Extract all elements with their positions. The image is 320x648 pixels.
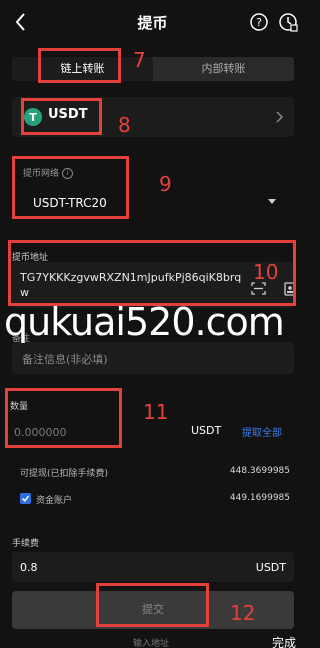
records-icon[interactable] xyxy=(278,12,298,32)
available-row: 可提现(已扣除手续费) 448.3699985 xyxy=(20,466,290,482)
checkbox-checked-icon[interactable] xyxy=(20,493,31,504)
chevron-right-icon xyxy=(276,111,284,123)
network-label-text: 提币网络 xyxy=(23,169,60,179)
address-value[interactable]: TG7YKKKzgvwRXZN1mJpufkPj86qiK8brqw xyxy=(20,270,242,300)
network-select[interactable]: USDT-TRC20 xyxy=(12,186,286,222)
fee-value: 0.8 xyxy=(20,561,38,574)
help-icon[interactable]: ? xyxy=(250,13,268,31)
fee-field: 0.8 USDT xyxy=(12,552,294,582)
fee-label: 手续费 xyxy=(12,539,40,549)
fund-account-label: 资金账户 xyxy=(36,496,73,506)
network-value: USDT-TRC20 xyxy=(33,196,107,210)
tab-internal-transfer[interactable]: 内部转账 xyxy=(153,57,294,81)
svg-text:?: ? xyxy=(256,16,262,29)
caret-down-icon xyxy=(268,199,276,204)
annotation-number-12: 12 xyxy=(230,601,256,625)
address-book-icon[interactable] xyxy=(284,282,296,296)
quantity-label: 数量 xyxy=(10,402,29,412)
annotation-number-8: 8 xyxy=(118,113,131,137)
annotation-number-7: 7 xyxy=(133,48,146,72)
withdraw-page: 提币 ? 链上转账 内部转账 T USDT 提币网络i USDT-TRC20 xyxy=(0,0,305,648)
network-label: 提币网络 i xyxy=(23,166,74,179)
coin-symbol: USDT xyxy=(48,107,88,122)
annotation-number-10: 10 xyxy=(253,260,279,284)
withdraw-all-button[interactable]: 提取全部 xyxy=(242,424,282,439)
transfer-tabs: 链上转账 内部转账 xyxy=(12,57,294,81)
usdt-coin-icon: T xyxy=(24,108,42,126)
quantity-unit: USDT xyxy=(191,424,222,437)
keyboard-hint: 输入地址 xyxy=(133,639,170,648)
watermark-text: qukuai520.com xyxy=(4,300,285,344)
coin-selector[interactable]: T USDT xyxy=(12,97,294,137)
fund-account-row: 资金账户 449.1699985 xyxy=(20,492,290,508)
annotation-number-11: 11 xyxy=(143,400,169,424)
fee-unit: USDT xyxy=(255,561,286,574)
memo-field xyxy=(12,342,294,376)
tab-onchain-transfer[interactable]: 链上转账 xyxy=(12,57,153,81)
annotation-number-9: 9 xyxy=(159,172,172,196)
available-value: 448.3699985 xyxy=(229,466,290,476)
done-button[interactable]: 完成 xyxy=(272,634,296,648)
available-label: 可提现(已扣除手续费) xyxy=(20,469,109,479)
header: 提币 ? xyxy=(0,0,305,46)
memo-input[interactable] xyxy=(20,342,284,376)
svg-text:T: T xyxy=(29,111,37,124)
fund-account-value: 449.1699985 xyxy=(229,493,290,503)
info-icon[interactable]: i xyxy=(62,168,74,179)
